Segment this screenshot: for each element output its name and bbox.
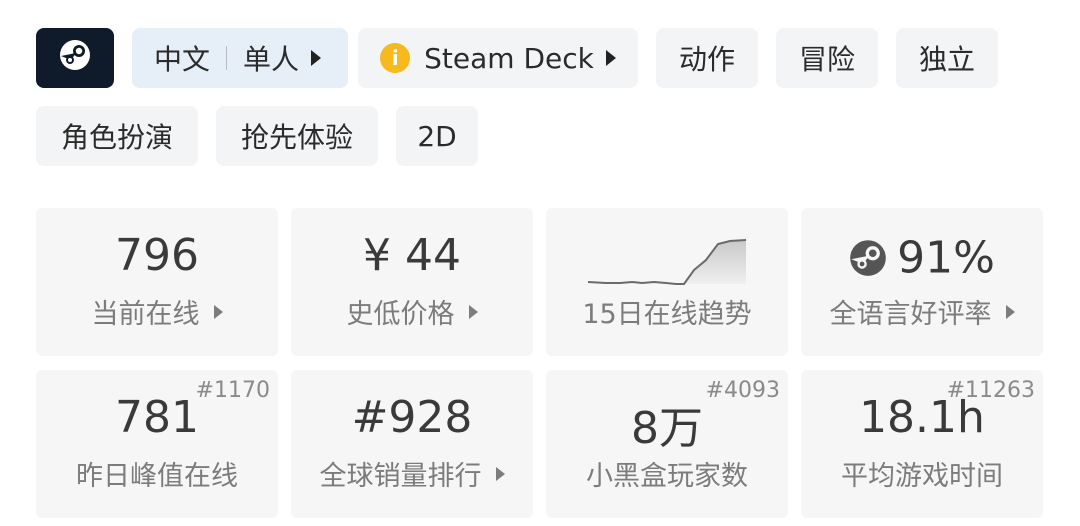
triangle-right-icon	[495, 466, 505, 481]
tag-label: 抢先体验	[240, 121, 353, 154]
global-sales-value: #928	[351, 392, 473, 443]
language-mode-chip[interactable]: 中文 单人	[132, 28, 348, 88]
review-card[interactable]: 91% 全语言好评率	[801, 208, 1043, 356]
tag-rpg[interactable]: 角色扮演	[36, 106, 198, 166]
tag-early-access[interactable]: 抢先体验	[216, 106, 378, 166]
avg-playtime-value: 18.1h	[859, 392, 985, 443]
review-value: 91%	[897, 232, 995, 284]
info-icon: i	[380, 43, 411, 73]
tag-label: 角色扮演	[60, 121, 173, 154]
trend-sparkline	[587, 239, 747, 285]
tag-label: 2D	[417, 119, 457, 153]
tag-label: 独立	[918, 43, 975, 76]
peak-yesterday-card[interactable]: #1170 781 昨日峰值在线	[36, 370, 278, 518]
steam-button[interactable]	[36, 28, 114, 88]
tag-adventure[interactable]: 冒险	[776, 28, 878, 88]
xhh-players-value: 8万	[631, 403, 703, 454]
peak-yesterday-value: 781	[115, 392, 199, 443]
steam-icon	[849, 239, 887, 277]
tag-indie[interactable]: 独立	[896, 28, 998, 88]
lowest-price-value: ¥ 44	[363, 230, 461, 281]
xhh-players-card[interactable]: #4093 8万 小黑盒玩家数	[546, 370, 788, 518]
trend-card[interactable]: 15日在线趋势	[546, 208, 788, 356]
tag-2d[interactable]: 2D	[396, 106, 478, 166]
tag-action[interactable]: 动作	[656, 28, 758, 88]
chip-divider	[226, 46, 228, 70]
trend-label: 15日在线趋势	[582, 299, 752, 330]
tag-label: 动作	[678, 43, 735, 76]
tag-label: 冒险	[798, 43, 855, 76]
steam-deck-label: Steam Deck	[424, 41, 594, 75]
triangle-right-icon	[468, 304, 478, 319]
review-label: 全语言好评率	[829, 299, 992, 330]
triangle-right-icon	[1005, 304, 1015, 319]
global-sales-label: 全球销量排行	[319, 461, 482, 492]
global-sales-card[interactable]: #928 全球销量排行	[291, 370, 533, 518]
current-online-card[interactable]: 796 当前在线	[36, 208, 278, 356]
current-online-label: 当前在线	[91, 299, 200, 330]
triangle-right-icon	[311, 50, 322, 66]
triangle-right-icon	[213, 304, 223, 319]
peak-yesterday-label: 昨日峰值在线	[76, 461, 238, 492]
xhh-players-label: 小黑盒玩家数	[586, 461, 748, 492]
lowest-price-label: 史低价格	[346, 299, 455, 330]
avg-playtime-card[interactable]: #11263 18.1h 平均游戏时间	[801, 370, 1043, 518]
steam-deck-chip[interactable]: i Steam Deck	[358, 28, 638, 88]
triangle-right-icon	[605, 50, 616, 66]
lowest-price-card[interactable]: ¥ 44 史低价格	[291, 208, 533, 356]
avg-playtime-label: 平均游戏时间	[841, 461, 1003, 492]
steam-icon	[59, 39, 91, 78]
current-online-value: 796	[115, 230, 199, 281]
language-label: 中文	[154, 43, 211, 76]
player-mode-label: 单人	[243, 43, 300, 76]
